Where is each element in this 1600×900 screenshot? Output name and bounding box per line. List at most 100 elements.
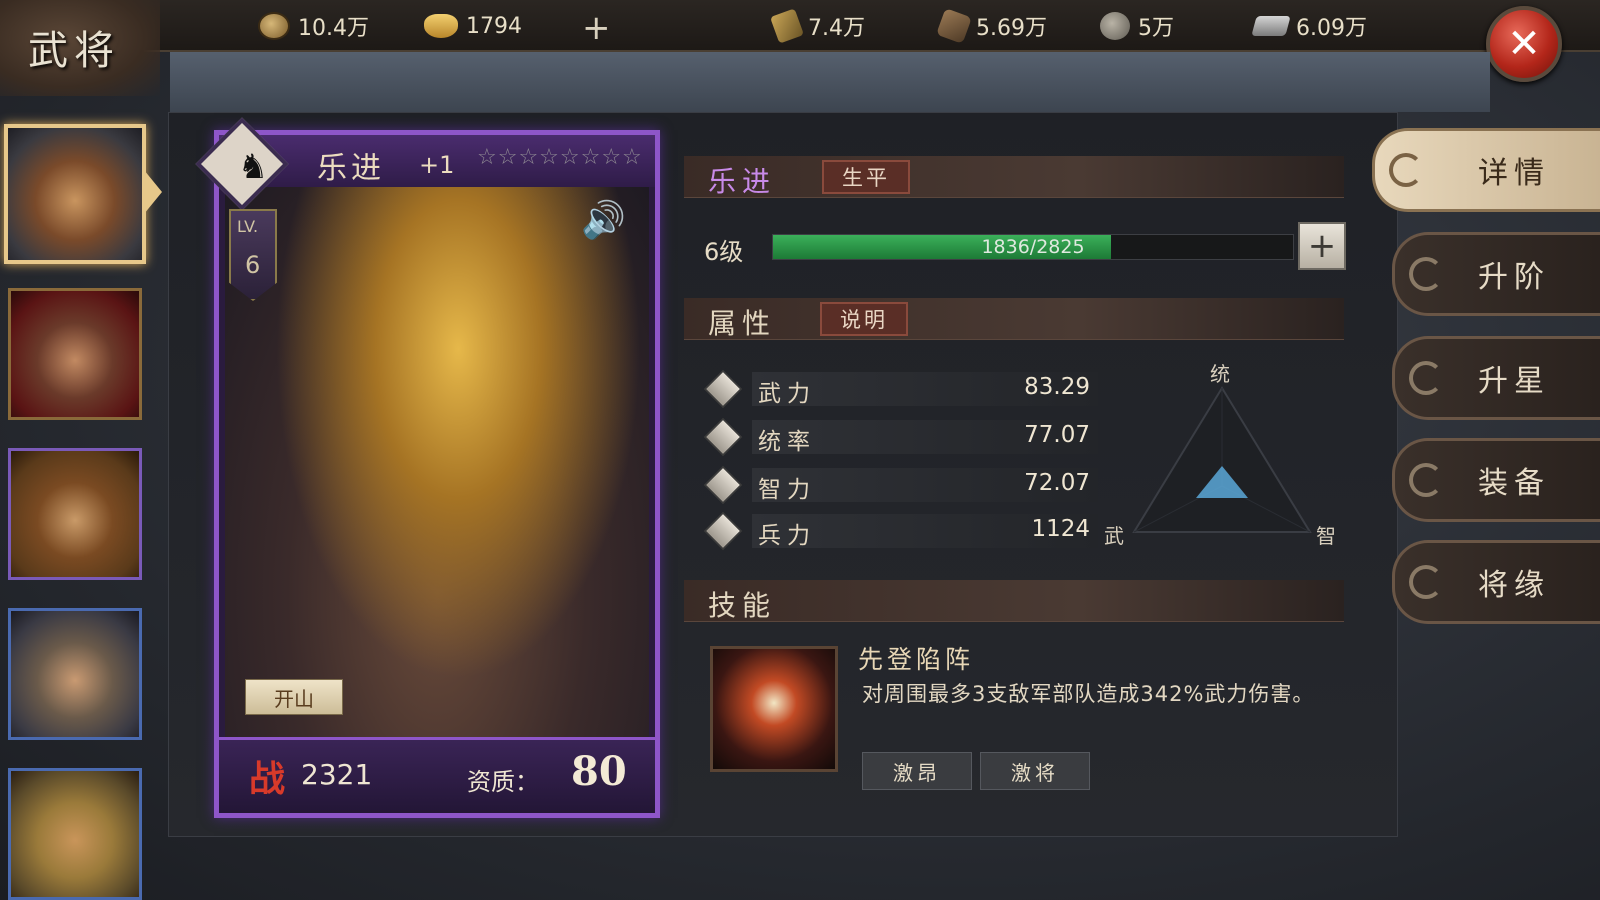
card-general-name: 乐进 bbox=[317, 151, 385, 186]
close-button[interactable]: ✕ bbox=[1486, 6, 1562, 82]
resource-stone: 5万 bbox=[1100, 10, 1174, 42]
attributes-title: 属性 bbox=[708, 307, 777, 340]
card-rank-plus: +1 bbox=[419, 151, 455, 179]
stone-icon bbox=[1100, 12, 1130, 40]
skill-button-jijiang[interactable]: 激将 bbox=[980, 752, 1090, 790]
attribute-name: 武力 bbox=[758, 381, 816, 407]
resource-stone-value: 5万 bbox=[1138, 16, 1174, 41]
sub-header-bar bbox=[170, 52, 1490, 112]
general-portrait[interactable] bbox=[8, 768, 142, 900]
tab-label: 装备 bbox=[1478, 466, 1550, 501]
attribute-value: 77.07 bbox=[1024, 422, 1090, 448]
level-value: 6 bbox=[245, 251, 261, 279]
skill-description: 对周围最多3支敌军部队造成342%武力伤害。 bbox=[862, 682, 1315, 706]
gold-ingot-icon bbox=[424, 14, 458, 38]
star-rating: ☆☆☆☆☆☆☆☆ bbox=[477, 145, 643, 170]
name-section-bar: 乐进 生平 bbox=[684, 156, 1344, 198]
add-gold-button[interactable]: + bbox=[582, 8, 611, 48]
resource-iron-value: 6.09万 bbox=[1296, 16, 1367, 41]
tab-details[interactable]: 详情 bbox=[1372, 128, 1600, 212]
tab-bonds[interactable]: 将缘 bbox=[1392, 540, 1600, 624]
attribute-radar-triangle bbox=[1132, 386, 1312, 533]
copper-coin-icon bbox=[258, 12, 290, 40]
attributes-section-bar: 属性 说明 bbox=[684, 298, 1344, 340]
resource-grain-value: 7.4万 bbox=[808, 16, 865, 41]
triangle-label-command: 统 bbox=[1210, 362, 1230, 386]
grain-icon bbox=[769, 8, 805, 44]
tab-label: 将缘 bbox=[1478, 568, 1550, 603]
swirl-icon bbox=[1389, 153, 1423, 187]
attribute-value: 1124 bbox=[1031, 516, 1090, 542]
general-face bbox=[11, 451, 139, 577]
iron-icon bbox=[1251, 16, 1291, 36]
resource-wood-value: 5.69万 bbox=[976, 16, 1047, 41]
speaker-icon[interactable]: 🔊 bbox=[581, 199, 626, 241]
skill-button-jiang[interactable]: 激昂 bbox=[862, 752, 972, 790]
horse-icon: ♞ bbox=[237, 147, 269, 187]
tab-label: 详情 bbox=[1478, 156, 1550, 191]
general-name: 乐进 bbox=[708, 165, 777, 198]
xp-progress-bar: 1836/2825 bbox=[772, 234, 1294, 260]
resource-wood: 5.69万 bbox=[936, 8, 1047, 44]
swirl-icon bbox=[1409, 463, 1443, 497]
attribute-row-force: 武力 83.29 bbox=[703, 369, 1098, 410]
attribute-row-troops: 兵力 1124 bbox=[703, 511, 1098, 552]
general-portrait[interactable] bbox=[8, 448, 142, 580]
tab-equipment[interactable]: 装备 bbox=[1392, 438, 1600, 522]
attribute-name: 智力 bbox=[758, 477, 816, 503]
attribute-row-command: 统率 77.07 bbox=[703, 417, 1098, 458]
general-face bbox=[8, 128, 142, 260]
general-portrait[interactable] bbox=[8, 608, 142, 740]
swirl-icon bbox=[1409, 565, 1443, 599]
general-list bbox=[0, 118, 162, 900]
attribute-value: 72.07 bbox=[1024, 470, 1090, 496]
add-xp-button[interactable]: + bbox=[1298, 222, 1346, 270]
skill-name: 先登陷阵 bbox=[858, 645, 975, 674]
tab-label: 升星 bbox=[1478, 364, 1550, 399]
attribute-row-intelligence: 智力 72.07 bbox=[703, 465, 1098, 506]
general-face bbox=[11, 291, 139, 417]
troop-icon bbox=[703, 511, 743, 551]
wood-icon bbox=[936, 8, 972, 44]
biography-button[interactable]: 生平 bbox=[822, 160, 910, 194]
tab-star-up[interactable]: 升星 bbox=[1392, 336, 1600, 420]
tab-label: 升阶 bbox=[1478, 260, 1550, 295]
resource-gold-value: 1794 bbox=[466, 13, 522, 39]
sword-icon bbox=[703, 369, 743, 409]
aptitude-label: 资质： bbox=[467, 768, 539, 796]
resource-grain: 7.4万 bbox=[769, 8, 865, 44]
swirl-icon bbox=[1409, 257, 1443, 291]
title-badge: 开山 bbox=[245, 679, 343, 715]
xp-progress-text: 1836/2825 bbox=[981, 236, 1085, 258]
general-face bbox=[11, 771, 139, 897]
level-text: 6级 bbox=[704, 238, 744, 266]
skills-title: 技能 bbox=[708, 589, 777, 622]
resource-copper-value: 10.4万 bbox=[298, 16, 369, 41]
level-tag: LV. 6 bbox=[229, 209, 277, 301]
triangle-label-intelligence: 智 bbox=[1316, 524, 1336, 548]
page-title: 武将 bbox=[28, 28, 120, 74]
triangle-label-force: 武 bbox=[1104, 524, 1124, 548]
general-portrait[interactable] bbox=[8, 288, 142, 420]
swirl-icon bbox=[1409, 361, 1443, 395]
resource-copper: 10.4万 bbox=[258, 10, 369, 42]
general-card: ♞ 乐进 +1 ☆☆☆☆☆☆☆☆ LV. 6 🔊 开山 战 2321 资质： 8… bbox=[195, 117, 660, 818]
card-footer: 战 2321 资质： 80 bbox=[219, 737, 655, 813]
general-face bbox=[11, 611, 139, 737]
hand-icon bbox=[703, 465, 743, 505]
resource-gold: 1794 bbox=[424, 10, 522, 42]
attribute-name: 统率 bbox=[758, 429, 816, 455]
flag-icon bbox=[703, 417, 743, 457]
attribute-value: 83.29 bbox=[1024, 374, 1090, 400]
skill-icon[interactable] bbox=[710, 646, 838, 772]
level-label: LV. bbox=[237, 217, 259, 236]
explain-button[interactable]: 说明 bbox=[820, 302, 908, 336]
general-portrait-selected[interactable] bbox=[4, 124, 146, 264]
skills-section-bar: 技能 bbox=[684, 580, 1344, 622]
resource-iron: 6.09万 bbox=[1251, 10, 1367, 42]
selected-arrow-icon bbox=[144, 170, 162, 214]
tab-advance[interactable]: 升阶 bbox=[1392, 232, 1600, 316]
combat-power-icon: 战 bbox=[249, 758, 286, 800]
attribute-name: 兵力 bbox=[758, 523, 816, 549]
combat-power-value: 2321 bbox=[301, 758, 373, 791]
